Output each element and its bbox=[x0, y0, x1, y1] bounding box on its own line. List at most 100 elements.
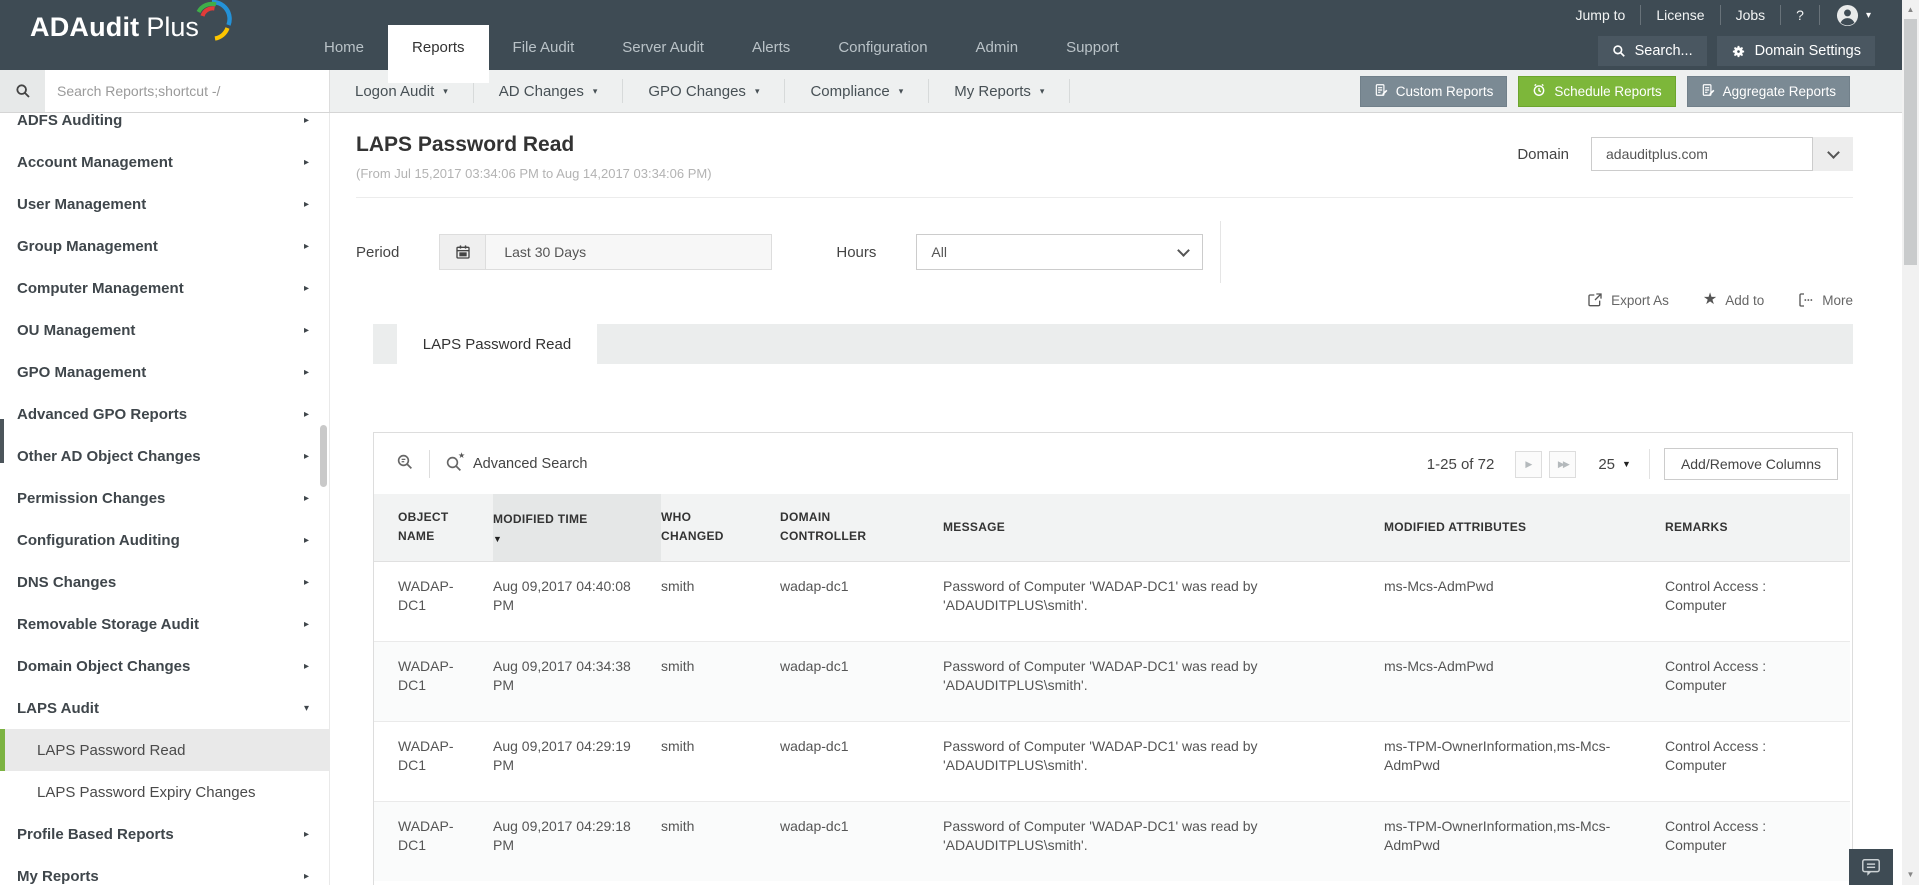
custom-reports-button[interactable]: Custom Reports bbox=[1360, 76, 1508, 107]
nav-tab-server-audit[interactable]: Server Audit bbox=[598, 25, 728, 70]
table-toolbar: ★ Advanced Search 1-25 of 72 ▶ ▶▶ 25 ▼ A… bbox=[374, 433, 1852, 494]
sidebar-item-group-management[interactable]: Group Management▸ bbox=[0, 225, 329, 267]
domain-settings-label: Domain Settings bbox=[1755, 43, 1861, 59]
sidebar-item-gpo-management[interactable]: GPO Management▸ bbox=[0, 351, 329, 393]
top-bar: ADAudit Plus Jump toLicenseJobs? ▾ bbox=[0, 0, 1919, 70]
sidebar-item-permission-changes[interactable]: Permission Changes▸ bbox=[0, 477, 329, 519]
sidebar-item-other-ad-object-changes[interactable]: Other AD Object Changes▸ bbox=[0, 435, 329, 477]
sidebar-item-laps-audit[interactable]: LAPS Audit▾ bbox=[0, 687, 329, 729]
utility-item-help[interactable]: ? bbox=[1781, 5, 1820, 25]
chevron-right-icon: ▸ bbox=[304, 367, 309, 378]
sidebar-item-my-reports[interactable]: My Reports▸ bbox=[0, 855, 329, 885]
pagination-range: 1-25 of 72 bbox=[1427, 456, 1495, 473]
export-as-button[interactable]: Export As bbox=[1587, 292, 1669, 308]
report-panel: ★ Advanced Search 1-25 of 72 ▶ ▶▶ 25 ▼ A… bbox=[373, 432, 1853, 885]
tab-laps-password-read[interactable]: LAPS Password Read bbox=[397, 324, 597, 364]
report-search-icon-cell[interactable] bbox=[0, 70, 45, 112]
next-page-button[interactable]: ▶ bbox=[1515, 451, 1542, 478]
scroll-up-icon[interactable]: ▲ bbox=[1902, 5, 1919, 14]
feedback-button[interactable] bbox=[1849, 849, 1893, 885]
sidebar-item-domain-object-changes[interactable]: Domain Object Changes▸ bbox=[0, 645, 329, 687]
table-row[interactable]: WADAP-DC1Aug 09,2017 04:29:18 PMsmithwad… bbox=[374, 801, 1850, 881]
utility-item-license[interactable]: License bbox=[1641, 5, 1720, 25]
sidebar-item-laps-password-expiry-changes[interactable]: LAPS Password Expiry Changes bbox=[0, 771, 329, 813]
column-header-modified-time[interactable]: MODIFIED TIME▼ bbox=[493, 494, 661, 561]
menu-ad-changes[interactable]: AD Changes▾ bbox=[474, 70, 623, 112]
sidebar-item-removable-storage-audit[interactable]: Removable Storage Audit▸ bbox=[0, 603, 329, 645]
global-search-button[interactable]: Search... bbox=[1598, 36, 1707, 66]
utility-menu: Jump toLicenseJobs? ▾ bbox=[1561, 2, 1875, 28]
export-as-label: Export As bbox=[1611, 293, 1669, 308]
button-label: Custom Reports bbox=[1396, 84, 1494, 99]
user-menu[interactable]: ▾ bbox=[1820, 4, 1875, 27]
menu-my-reports[interactable]: My Reports▾ bbox=[929, 70, 1069, 112]
sidebar-scroll-handle[interactable] bbox=[320, 425, 327, 487]
app-logo[interactable]: ADAudit Plus bbox=[30, 11, 235, 43]
more-label: More bbox=[1822, 293, 1853, 308]
sidebar-item-user-management[interactable]: User Management▸ bbox=[0, 183, 329, 225]
report-actions: Export As ★ Add to More bbox=[356, 292, 1853, 308]
aggregate-reports-button[interactable]: Aggregate Reports bbox=[1687, 76, 1850, 107]
column-header-object-name[interactable]: OBJECT NAME bbox=[374, 494, 493, 561]
logo-text-bold: ADAudit bbox=[30, 12, 139, 43]
nav-tab-support[interactable]: Support bbox=[1042, 25, 1143, 70]
nav-tab-reports[interactable]: Reports bbox=[388, 25, 489, 70]
schedule-reports-button[interactable]: Schedule Reports bbox=[1518, 76, 1675, 107]
last-page-button[interactable]: ▶▶ bbox=[1549, 451, 1576, 478]
calendar-icon bbox=[440, 235, 486, 269]
table-row[interactable]: WADAP-DC1Aug 09,2017 04:29:19 PMsmithwad… bbox=[374, 721, 1850, 801]
chevron-right-icon: ▸ bbox=[304, 409, 309, 420]
page-scrollbar[interactable]: ▲ ▼ bbox=[1902, 0, 1919, 885]
report-search-input[interactable] bbox=[45, 70, 329, 112]
header-divider bbox=[356, 197, 1853, 198]
column-header-domain-controller[interactable]: DOMAIN CONTROLLER bbox=[780, 494, 943, 561]
more-button[interactable]: More bbox=[1798, 292, 1853, 308]
hours-select[interactable]: All bbox=[916, 234, 1203, 270]
utility-item-jump-to[interactable]: Jump to bbox=[1561, 5, 1642, 25]
quick-search-button[interactable] bbox=[396, 453, 414, 476]
sidebar-item-adfs-auditing[interactable]: ADFS Auditing▸ bbox=[0, 113, 329, 141]
table-cell-domain-controller: wadap-dc1 bbox=[780, 641, 943, 721]
domain-settings-button[interactable]: Domain Settings bbox=[1717, 36, 1875, 66]
sidebar-item-label: ADFS Auditing bbox=[17, 113, 122, 129]
table-cell-message: Password of Computer 'WADAP-DC1' was rea… bbox=[943, 801, 1384, 881]
utility-item-jobs[interactable]: Jobs bbox=[1721, 5, 1782, 25]
period-picker[interactable]: Last 30 Days bbox=[439, 234, 772, 270]
sidebar-item-profile-based-reports[interactable]: Profile Based Reports▸ bbox=[0, 813, 329, 855]
domain-select[interactable]: adauditplus.com bbox=[1591, 137, 1853, 171]
chevron-right-icon: ▸ bbox=[304, 619, 309, 630]
advanced-search-button[interactable]: ★ Advanced Search bbox=[445, 455, 587, 473]
sidebar-item-advanced-gpo-reports[interactable]: Advanced GPO Reports▸ bbox=[0, 393, 329, 435]
nav-tab-home[interactable]: Home bbox=[300, 25, 388, 70]
gear-icon bbox=[1731, 44, 1746, 59]
caret-down-icon: ▾ bbox=[899, 86, 904, 97]
sidebar-item-computer-management[interactable]: Computer Management▸ bbox=[0, 267, 329, 309]
menu-compliance[interactable]: Compliance▾ bbox=[785, 70, 928, 112]
sidebar-item-ou-management[interactable]: OU Management▸ bbox=[0, 309, 329, 351]
sidebar-item-dns-changes[interactable]: DNS Changes▸ bbox=[0, 561, 329, 603]
nav-tab-alerts[interactable]: Alerts bbox=[728, 25, 814, 70]
column-header-remarks[interactable]: REMARKS bbox=[1665, 494, 1850, 561]
menu-gpo-changes[interactable]: GPO Changes▾ bbox=[623, 70, 784, 112]
sidebar-item-laps-password-read[interactable]: LAPS Password Read bbox=[0, 729, 329, 771]
table-row[interactable]: WADAP-DC1Aug 09,2017 04:34:38 PMsmithwad… bbox=[374, 641, 1850, 721]
column-header-message[interactable]: MESSAGE bbox=[943, 494, 1384, 561]
nav-tab-file-audit[interactable]: File Audit bbox=[489, 25, 599, 70]
add-to-button[interactable]: ★ Add to bbox=[1703, 292, 1764, 308]
sidebar-item-configuration-auditing[interactable]: Configuration Auditing▸ bbox=[0, 519, 329, 561]
column-header-who-changed[interactable]: WHO CHANGED bbox=[661, 494, 780, 561]
table-row[interactable]: WADAP-DC1Aug 09,2017 04:40:08 PMsmithwad… bbox=[374, 561, 1850, 641]
page-size-select[interactable]: 25 ▼ bbox=[1598, 456, 1631, 473]
sidebar-item-account-management[interactable]: Account Management▸ bbox=[0, 141, 329, 183]
column-header-label: MODIFIED ATTRIBUTES bbox=[1384, 518, 1639, 537]
sidebar-collapse-handle[interactable] bbox=[0, 419, 4, 463]
table-cell-who-changed: smith bbox=[661, 561, 780, 641]
chevron-down-icon: ▾ bbox=[304, 703, 309, 714]
nav-tab-admin[interactable]: Admin bbox=[952, 25, 1043, 70]
table-cell-object-name: WADAP-DC1 bbox=[374, 561, 493, 641]
scroll-down-icon[interactable]: ▼ bbox=[1902, 870, 1919, 879]
scrollbar-thumb[interactable] bbox=[1904, 19, 1917, 265]
add-remove-columns-button[interactable]: Add/Remove Columns bbox=[1664, 448, 1838, 480]
nav-tab-configuration[interactable]: Configuration bbox=[814, 25, 951, 70]
column-header-modified-attributes[interactable]: MODIFIED ATTRIBUTES bbox=[1384, 494, 1665, 561]
